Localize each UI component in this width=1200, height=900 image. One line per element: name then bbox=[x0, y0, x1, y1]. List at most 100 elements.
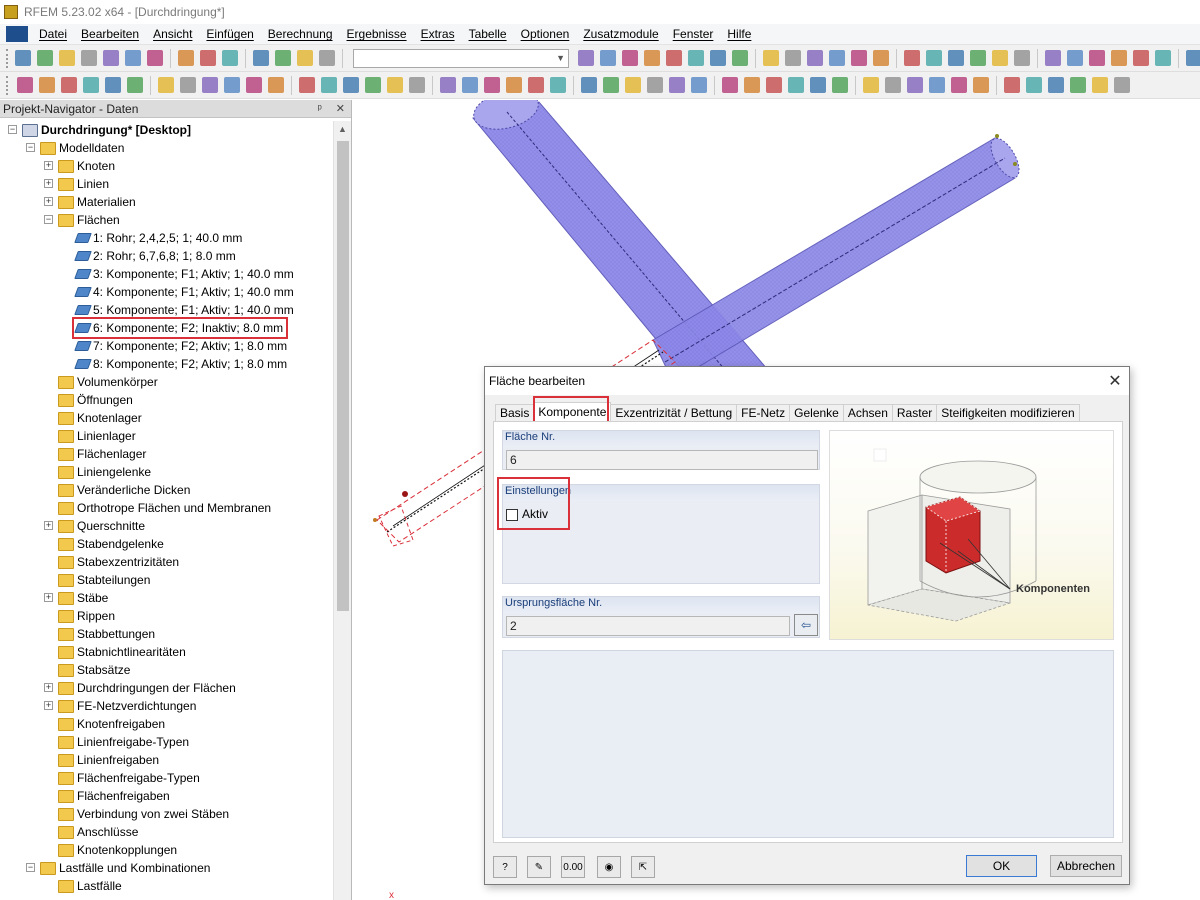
toolbar-button-icon[interactable] bbox=[732, 50, 748, 66]
toolbar-button-icon[interactable] bbox=[1111, 50, 1127, 66]
toolbar-button-icon[interactable] bbox=[1045, 50, 1061, 66]
navigator-scrollbar[interactable]: ▲ bbox=[333, 121, 351, 900]
help-icon[interactable]: ? bbox=[493, 856, 517, 878]
toolbar-button-icon[interactable] bbox=[1089, 50, 1105, 66]
tab-basis[interactable]: Basis bbox=[495, 404, 535, 422]
toolbar-button-icon[interactable] bbox=[829, 50, 845, 66]
toolbar-button-icon[interactable] bbox=[647, 77, 663, 93]
toolbar-button-icon[interactable] bbox=[1133, 50, 1149, 66]
toolbar-button-icon[interactable] bbox=[1048, 77, 1064, 93]
toolbar-button-icon[interactable] bbox=[885, 77, 901, 93]
tree-item[interactable]: Stabnichtlinearitäten bbox=[58, 643, 186, 661]
tree-item[interactable]: Anschlüsse bbox=[58, 823, 138, 841]
toolbar-button-icon[interactable] bbox=[83, 77, 99, 93]
toolbar-button-icon[interactable] bbox=[103, 50, 119, 66]
tree-item[interactable]: Orthotrope Flächen und Membranen bbox=[58, 499, 271, 517]
toolbar-button-icon[interactable] bbox=[200, 50, 216, 66]
toolbar-button-icon[interactable] bbox=[528, 77, 544, 93]
tree-item[interactable]: 1: Rohr; 2,4,2,5; 1; 40.0 mm bbox=[74, 229, 242, 247]
toolbar-button-icon[interactable] bbox=[688, 50, 704, 66]
expand-icon[interactable]: + bbox=[44, 701, 53, 710]
tree-item[interactable]: Durchdringung* [Desktop] bbox=[22, 121, 191, 139]
tree-item[interactable]: 3: Komponente; F1; Aktiv; 1; 40.0 mm bbox=[74, 265, 294, 283]
tree-item[interactable]: Knotenfreigaben bbox=[58, 715, 165, 733]
tree-item[interactable]: Stäbe bbox=[58, 589, 108, 607]
tree-item[interactable]: Öffnungen bbox=[58, 391, 133, 409]
tree-item[interactable]: Lastfälle und Kombinationen bbox=[40, 859, 210, 877]
pick-icon[interactable]: ⇱ bbox=[631, 856, 655, 878]
tree-item[interactable]: Linienlager bbox=[58, 427, 136, 445]
toolbar-button-icon[interactable] bbox=[268, 77, 284, 93]
expand-icon[interactable]: + bbox=[44, 593, 53, 602]
expand-icon[interactable]: + bbox=[44, 197, 53, 206]
toolbar-button-icon[interactable] bbox=[1070, 77, 1086, 93]
toolbar-button-icon[interactable] bbox=[926, 50, 942, 66]
tree-item[interactable]: Veränderliche Dicken bbox=[58, 481, 190, 499]
origin-surface-field[interactable]: 2 bbox=[506, 616, 790, 636]
toolbar-button-icon[interactable] bbox=[365, 77, 381, 93]
tab-exzentrizitaet[interactable]: Exzentrizität / Bettung bbox=[610, 404, 738, 422]
toolbar-button-icon[interactable] bbox=[763, 50, 779, 66]
toolbar-button-icon[interactable] bbox=[873, 50, 889, 66]
toolbar-button-icon[interactable] bbox=[39, 77, 55, 93]
toolbar-button-icon[interactable] bbox=[807, 50, 823, 66]
toolbar-button-icon[interactable] bbox=[125, 50, 141, 66]
toolbar-button-icon[interactable] bbox=[1186, 50, 1200, 66]
tab-gelenke[interactable]: Gelenke bbox=[789, 404, 844, 422]
toolbar-button-icon[interactable] bbox=[246, 77, 262, 93]
toolbar-button-icon[interactable] bbox=[970, 50, 986, 66]
tree-item[interactable]: Querschnitte bbox=[58, 517, 145, 535]
expand-icon[interactable]: + bbox=[44, 683, 53, 692]
tree-item[interactable]: Knotenlager bbox=[58, 409, 142, 427]
tree-item[interactable]: Flächenfreigaben bbox=[58, 787, 170, 805]
pick-surface-button[interactable]: ⇦ bbox=[794, 614, 818, 636]
tab-raster[interactable]: Raster bbox=[891, 404, 938, 422]
tree-item[interactable]: Knotenkopplungen bbox=[58, 841, 177, 859]
tab-fe-netz[interactable]: FE-Netz bbox=[736, 404, 791, 422]
menu-fenster[interactable]: Fenster bbox=[666, 27, 721, 41]
toolbar-button-icon[interactable] bbox=[61, 77, 77, 93]
toolbar-grip[interactable] bbox=[6, 48, 8, 68]
toolbar-button-icon[interactable] bbox=[710, 50, 726, 66]
collapse-icon[interactable]: − bbox=[8, 125, 17, 134]
collapse-icon[interactable]: − bbox=[26, 863, 35, 872]
toolbar-button-icon[interactable] bbox=[973, 77, 989, 93]
tree-item[interactable]: 7: Komponente; F2; Aktiv; 1; 8.0 mm bbox=[74, 337, 287, 355]
menu-bearbeiten[interactable]: Bearbeiten bbox=[74, 27, 146, 41]
toolbar-combo[interactable]: ▼ bbox=[353, 48, 569, 68]
toolbar-button-icon[interactable] bbox=[105, 77, 121, 93]
toolbar-button-icon[interactable] bbox=[15, 50, 31, 66]
toolbar-button-icon[interactable] bbox=[644, 50, 660, 66]
toolbar-button-icon[interactable] bbox=[832, 77, 848, 93]
toolbar-button-icon[interactable] bbox=[907, 77, 923, 93]
toolbar-button-icon[interactable] bbox=[1067, 50, 1083, 66]
tree-item[interactable]: Stabbettungen bbox=[58, 625, 155, 643]
ok-button[interactable]: OK bbox=[966, 855, 1037, 877]
toolbar-button-icon[interactable] bbox=[147, 50, 163, 66]
toolbar-button-icon[interactable] bbox=[904, 50, 920, 66]
toolbar-button-icon[interactable] bbox=[1004, 77, 1020, 93]
toolbar-button-icon[interactable] bbox=[222, 50, 238, 66]
pipe-surface-2[interactable] bbox=[652, 134, 1025, 383]
toolbar-button-icon[interactable] bbox=[785, 50, 801, 66]
tree-item[interactable]: Rippen bbox=[58, 607, 115, 625]
tree-item[interactable]: Verbindung von zwei Stäben bbox=[58, 805, 229, 823]
toolbar-button-icon[interactable] bbox=[484, 77, 500, 93]
toolbar-button-icon[interactable] bbox=[462, 77, 478, 93]
tree-item[interactable]: Knoten bbox=[58, 157, 115, 175]
menu-datei[interactable]: Datei bbox=[32, 27, 74, 41]
pin-icon[interactable]: ᵖ bbox=[318, 103, 322, 115]
toolbar-button-icon[interactable] bbox=[578, 50, 594, 66]
toolbar-button-icon[interactable] bbox=[297, 50, 313, 66]
tree-item[interactable]: Stabsätze bbox=[58, 661, 130, 679]
toolbar-button-icon[interactable] bbox=[810, 77, 826, 93]
toolbar-button-icon[interactable] bbox=[766, 77, 782, 93]
tree-item[interactable]: Linienfreigabe-Typen bbox=[58, 733, 189, 751]
tree-item[interactable]: Materialien bbox=[58, 193, 136, 211]
toolbar-button-icon[interactable] bbox=[863, 77, 879, 93]
toolbar-button-icon[interactable] bbox=[1155, 50, 1171, 66]
toolbar-button-icon[interactable] bbox=[666, 50, 682, 66]
toolbar-button-icon[interactable] bbox=[722, 77, 738, 93]
tree-item[interactable]: Stabteilungen bbox=[58, 571, 150, 589]
toolbar-button-icon[interactable] bbox=[948, 50, 964, 66]
